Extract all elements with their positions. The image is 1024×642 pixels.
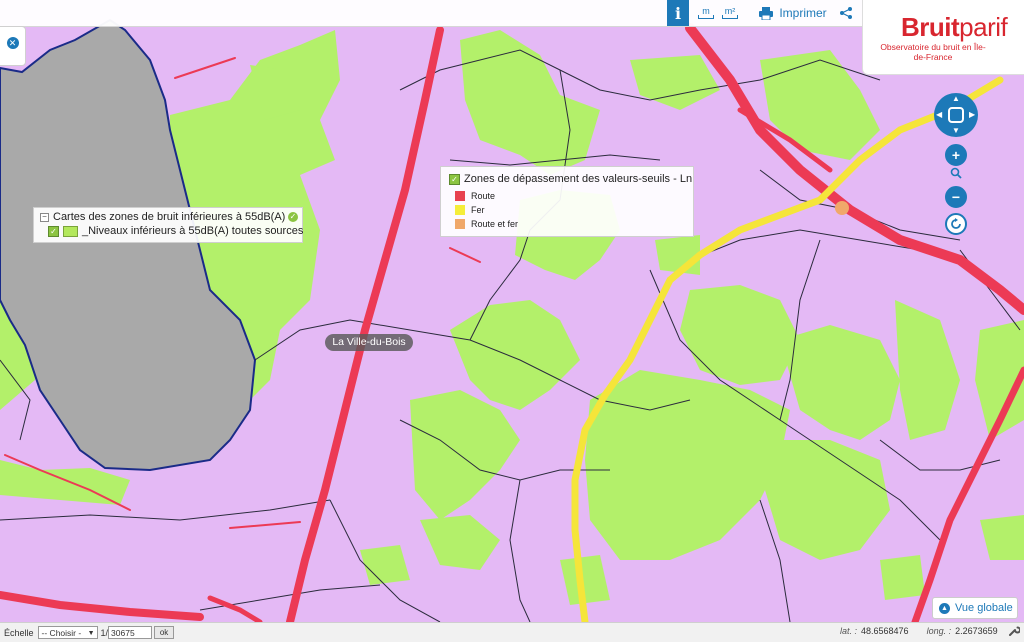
measure-distance-button[interactable]: m: [696, 0, 716, 26]
printer-icon: [759, 6, 774, 20]
ruler-icon: m: [702, 6, 710, 16]
pan-down-icon[interactable]: ▼: [952, 127, 960, 135]
scale-ok-button[interactable]: ok: [154, 626, 175, 639]
info-button[interactable]: i: [667, 0, 689, 26]
legend-item-fer: Fer: [455, 205, 485, 215]
scale-prefix: 1/: [100, 627, 109, 638]
info-icon: i: [674, 3, 682, 23]
pan-left-icon[interactable]: ◀: [936, 111, 942, 119]
legend-item-route-et-fer: Route et fer: [455, 219, 518, 229]
chevron-up-icon: ▲: [939, 602, 950, 614]
coordinates-readout: lat. : 48.6568476 long. : 2.2673659: [840, 626, 998, 636]
scale-select[interactable]: -- Choisir - ▼: [37, 626, 98, 639]
latitude-value: 48.6568476: [861, 626, 909, 636]
logo-subtitle: Observatoire du bruit en Île-de-France: [880, 42, 986, 62]
collapse-toggle-icon[interactable]: −: [40, 212, 49, 222]
vue-globale-button[interactable]: ▲ Vue globale: [932, 597, 1018, 619]
wrench-icon[interactable]: [1008, 625, 1022, 639]
layer-swatch-icon: [63, 225, 78, 237]
map-canvas[interactable]: [0, 0, 1024, 622]
legend-threshold-zones: ✓ Zones de dépassement des valeurs-seuil…: [440, 166, 694, 237]
legend-group-label: Cartes des zones de bruit inférieures à …: [53, 211, 286, 223]
layer-checkbox[interactable]: ✓: [449, 173, 460, 185]
longitude-value: 2.2673659: [955, 626, 998, 636]
pan-right-icon[interactable]: ▶: [969, 111, 975, 119]
area-icon: m²: [724, 6, 736, 16]
print-label: Imprimer: [779, 6, 827, 20]
pan-control[interactable]: ▲ ▼ ◀ ▶: [934, 93, 978, 137]
scale-label: Échelle: [4, 627, 34, 638]
legend-layer-row: ✓ _Niveaux inférieurs à 55dB(A) toutes s…: [48, 225, 303, 237]
close-panel-button[interactable]: ✕: [0, 26, 26, 66]
zoom-in-button[interactable]: +: [945, 144, 967, 166]
route-swatch: [455, 191, 465, 201]
refresh-button[interactable]: [945, 213, 967, 235]
zoom-out-button[interactable]: −: [945, 186, 967, 208]
noise-map: [0, 0, 1024, 622]
legend-group-row: − Cartes des zones de bruit inférieures …: [40, 211, 285, 223]
share-button[interactable]: [836, 0, 856, 26]
legend-item-route: Route: [455, 191, 495, 201]
measure-area-button[interactable]: m²: [720, 0, 740, 26]
route-et-fer-swatch: [455, 219, 465, 229]
refresh-icon: [951, 218, 961, 229]
fer-swatch: [455, 205, 465, 215]
zoom-search-icon[interactable]: [945, 167, 967, 187]
vue-globale-label: Vue globale: [955, 602, 1013, 614]
bruitparif-logo[interactable]: Bruitparif Observatoire du bruit en Île-…: [862, 0, 1024, 75]
recenter-icon[interactable]: [948, 107, 964, 123]
close-icon: ✕: [6, 37, 19, 49]
bottom-status-bar: Échelle -- Choisir - ▼ 1/ 30675 ok lat. …: [0, 622, 1024, 642]
print-button[interactable]: Imprimer: [758, 0, 828, 26]
dropdown-arrow-icon: ▼: [87, 630, 95, 637]
legend-layer-label: _Niveaux inférieurs à 55dB(A) toutes sou…: [82, 225, 304, 237]
checkmark-icon[interactable]: ✓: [288, 212, 298, 222]
layer-checkbox[interactable]: ✓: [48, 225, 59, 237]
legend-layer-row: ✓ Zones de dépassement des valeurs-seuil…: [449, 173, 692, 185]
legend-low-noise: − Cartes des zones de bruit inférieures …: [33, 207, 303, 243]
place-label: La Ville-du-Bois: [325, 334, 413, 351]
share-icon: [840, 7, 852, 19]
legend-layer-label: Zones de dépassement des valeurs-seuils …: [464, 173, 693, 185]
scale-input[interactable]: 30675: [108, 626, 153, 639]
pan-up-icon[interactable]: ▲: [952, 95, 960, 103]
